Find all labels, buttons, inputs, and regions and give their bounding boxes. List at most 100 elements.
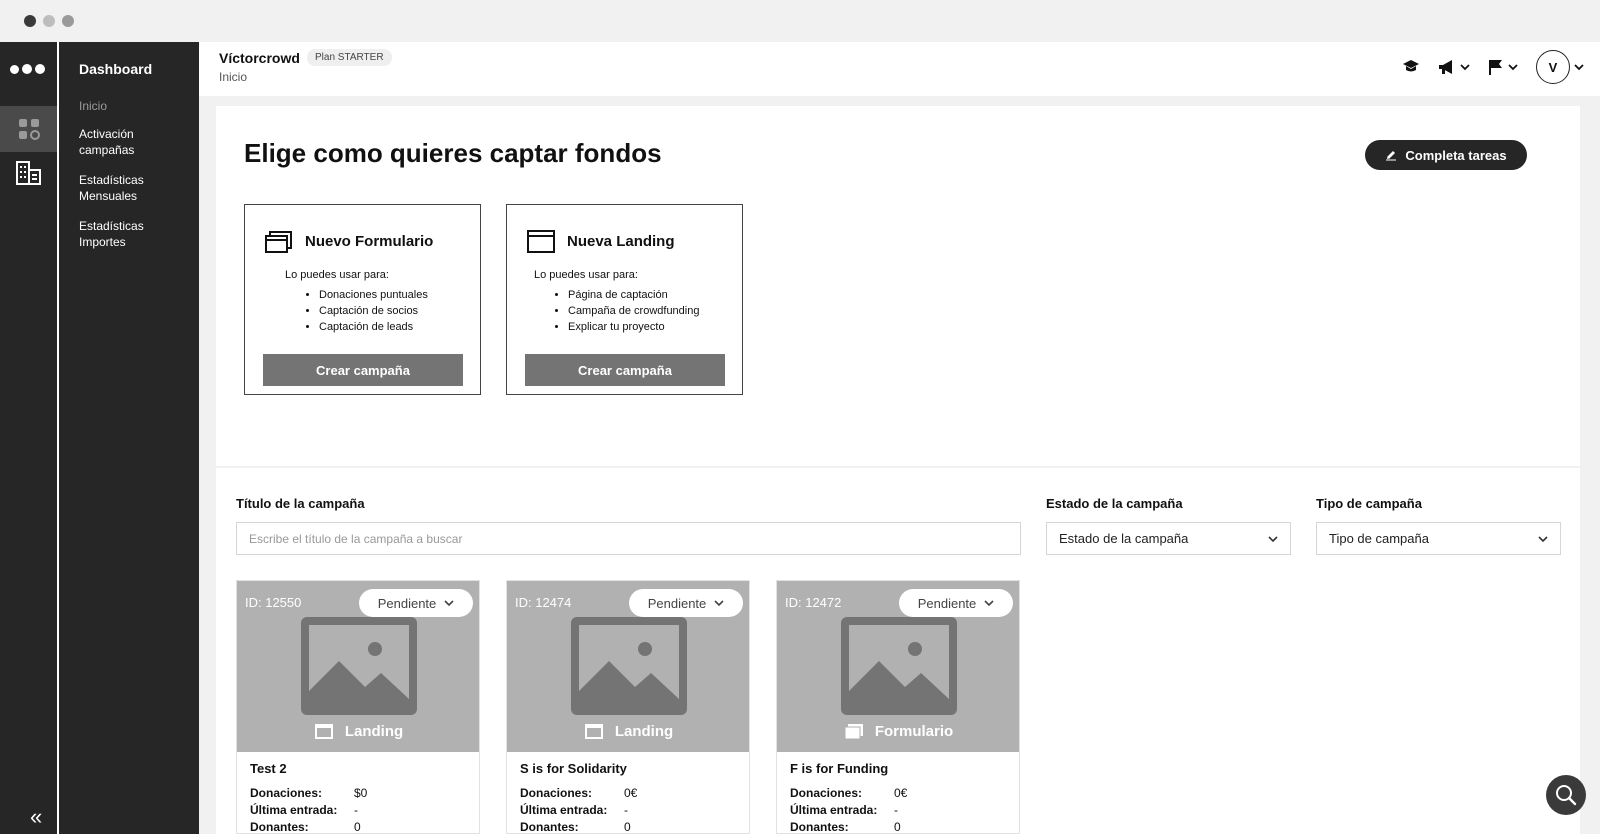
new-form-card: Nuevo Formulario Lo puedes usar para: Do… [244, 204, 481, 395]
campaign-type-label: Formulario [874, 723, 954, 740]
campaign-status-value: Pendiente [917, 595, 977, 611]
list-item: Página de captación [568, 287, 699, 303]
nav-item-activacion-campanas[interactable]: Activación campañas [79, 126, 189, 158]
donations-value: 0€ [624, 786, 638, 800]
donors-value: 0 [624, 820, 631, 834]
campaign-id: ID: 12474 [515, 595, 572, 610]
last-entry-label: Última entrada: [790, 803, 878, 817]
donations-value: $0 [354, 786, 368, 800]
campaign-name[interactable]: S is for Solidarity [520, 761, 627, 776]
dashboard-rail-button[interactable] [0, 106, 57, 152]
donations-label: Donaciones: [520, 786, 593, 800]
complete-tasks-label: Completa tareas [1405, 147, 1507, 163]
window-minimize-button[interactable] [43, 15, 55, 27]
nav-item-estadisticas-importes[interactable]: Estadísticas Importes [79, 218, 189, 250]
image-placeholder-icon [841, 617, 957, 715]
nav-item-estadisticas-mensuales[interactable]: Estadísticas Mensuales [79, 172, 189, 204]
top-header: Víctorcrowd Plan STARTER Inicio V [199, 42, 1600, 96]
nav-title: Dashboard [79, 61, 153, 77]
new-form-uses: Donaciones puntuales Captación de socios… [305, 287, 428, 335]
flag-icon [1489, 60, 1502, 75]
form-type-icon [844, 724, 863, 739]
window-close-button[interactable] [24, 15, 36, 27]
image-placeholder-icon [301, 617, 417, 715]
donors-label: Donantes: [250, 820, 309, 834]
donors-label: Donantes: [790, 820, 849, 834]
campaign-name[interactable]: Test 2 [250, 761, 287, 776]
campaign-image-placeholder: ID: 12550 Pendiente Landing [237, 581, 479, 752]
building-icon [15, 161, 41, 185]
campaign-status-dropdown[interactable]: Pendiente [359, 589, 473, 617]
new-form-title: Nuevo Formulario [305, 232, 434, 250]
campaign-name[interactable]: F is for Funding [790, 761, 888, 776]
list-item: Captación de leads [319, 319, 428, 335]
donors-label: Donantes: [520, 820, 579, 834]
last-entry-label: Última entrada: [250, 803, 338, 817]
chevron-down-icon [1460, 64, 1470, 71]
campaign-card[interactable]: ID: 12550 Pendiente Landing Test 2 Donac… [236, 580, 480, 834]
chevron-down-icon [444, 600, 454, 607]
dashboard-grid-icon [18, 119, 40, 140]
organization-rail-button[interactable] [0, 150, 57, 196]
flag-menu[interactable] [1488, 59, 1518, 75]
form-window-icon [265, 231, 292, 253]
type-select-value: Tipo de campaña [1329, 531, 1429, 546]
collapse-sidebar-icon[interactable]: « [30, 806, 42, 828]
campaign-title-search-input[interactable]: Escribe el título de la campaña a buscar [236, 522, 1021, 555]
create-form-campaign-button[interactable]: Crear campaña [263, 354, 463, 386]
user-menu[interactable]: V [1536, 50, 1584, 84]
donations-value: 0€ [894, 786, 908, 800]
chevron-down-icon [1508, 64, 1518, 71]
list-item: Explicar tu proyecto [568, 319, 699, 335]
donations-label: Donaciones: [790, 786, 863, 800]
announcements-menu[interactable] [1438, 59, 1470, 75]
campaign-card[interactable]: ID: 12472 Pendiente Formulario F is for … [776, 580, 1020, 834]
campaign-card[interactable]: ID: 12474 Pendiente Landing S is for Sol… [506, 580, 750, 834]
list-item: Captación de socios [319, 303, 428, 319]
campaign-status-dropdown[interactable]: Pendiente [899, 589, 1013, 617]
breadcrumb[interactable]: Inicio [219, 70, 247, 84]
last-entry-label: Última entrada: [520, 803, 608, 817]
landing-type-icon [584, 724, 603, 739]
image-placeholder-icon [571, 617, 687, 715]
browser-window-icon [527, 230, 555, 253]
last-entry-value: - [624, 803, 628, 817]
app-logo[interactable] [10, 62, 48, 76]
academy-button[interactable] [1402, 59, 1420, 75]
campaign-status-value: Pendiente [377, 595, 437, 611]
new-landing-intro: Lo puedes usar para: [534, 269, 638, 281]
campaign-status-dropdown[interactable]: Pendiente [629, 589, 743, 617]
new-landing-uses: Página de captación Campaña de crowdfund… [554, 287, 699, 335]
avatar[interactable]: V [1536, 50, 1570, 84]
pencil-icon [1386, 151, 1397, 161]
chevron-down-icon [1268, 535, 1278, 542]
chevron-down-icon [714, 600, 724, 607]
list-item: Campaña de crowdfunding [568, 303, 699, 319]
campaign-id: ID: 12472 [785, 595, 842, 610]
megaphone-icon [1439, 60, 1452, 74]
create-landing-campaign-button[interactable]: Crear campaña [525, 354, 725, 386]
chevron-down-icon [1574, 64, 1584, 71]
donors-value: 0 [894, 820, 901, 834]
status-select[interactable]: Estado de la campaña [1046, 522, 1291, 555]
complete-tasks-button[interactable]: Completa tareas [1365, 140, 1527, 170]
campaign-image-placeholder: ID: 12474 Pendiente Landing [507, 581, 749, 752]
new-landing-card: Nueva Landing Lo puedes usar para: Págin… [506, 204, 743, 395]
new-landing-title: Nueva Landing [567, 232, 675, 250]
list-item: Donaciones puntuales [319, 287, 428, 303]
new-form-intro: Lo puedes usar para: [285, 269, 389, 281]
campaign-type-label: Landing [344, 723, 404, 740]
graduation-cap-icon [1403, 60, 1419, 72]
chevron-down-icon [1538, 535, 1548, 542]
donations-label: Donaciones: [250, 786, 323, 800]
help-chat-button[interactable] [1546, 775, 1586, 815]
icon-rail: « [0, 42, 57, 834]
campaign-type-label: Landing [614, 723, 674, 740]
window-maximize-button[interactable] [62, 15, 74, 27]
status-select-value: Estado de la campaña [1059, 531, 1189, 546]
nav-item-inicio[interactable]: Inicio [79, 98, 189, 114]
chevron-down-icon [984, 600, 994, 607]
type-select[interactable]: Tipo de campaña [1316, 522, 1561, 555]
nav-sidebar: Dashboard Inicio Activación campañas Est… [59, 42, 199, 834]
plan-badge: Plan STARTER [307, 49, 392, 66]
